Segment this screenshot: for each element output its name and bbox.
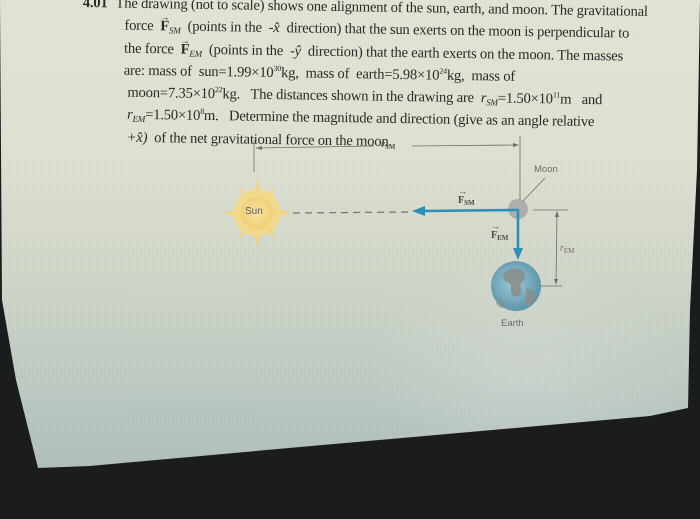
r-em-label: rEM bbox=[560, 243, 575, 255]
earth-label: Earth bbox=[501, 318, 524, 329]
r-sm-line-left bbox=[255, 145, 375, 149]
r-em-line bbox=[555, 211, 558, 285]
earth-icon bbox=[491, 261, 541, 311]
photo-stage: 4.01 The drawing (not to scale) shows one… bbox=[0, 0, 700, 519]
alignment-diagram: Sun Moon Earth rSM FSM FEM rEM bbox=[0, 0, 700, 519]
force-sm-arrow bbox=[412, 206, 519, 216]
r-sm-arrowhead-left bbox=[256, 146, 262, 150]
r-sm-label: rSM bbox=[381, 139, 396, 151]
sun-label: Sun bbox=[245, 206, 263, 217]
moon-label: Moon bbox=[534, 164, 558, 175]
r-sm-line-right bbox=[411, 144, 519, 147]
r-em-arrowhead-bottom bbox=[554, 279, 558, 285]
r-sm-arrowhead-right bbox=[513, 143, 519, 147]
moon-leader-line bbox=[522, 177, 546, 202]
r-em-arrowhead-top bbox=[555, 211, 559, 217]
f-sm-label: FSM bbox=[458, 186, 475, 207]
f-em-label: FEM bbox=[491, 221, 508, 242]
sun-moon-dashed-line bbox=[292, 211, 413, 214]
diagram-graphics bbox=[223, 136, 568, 311]
